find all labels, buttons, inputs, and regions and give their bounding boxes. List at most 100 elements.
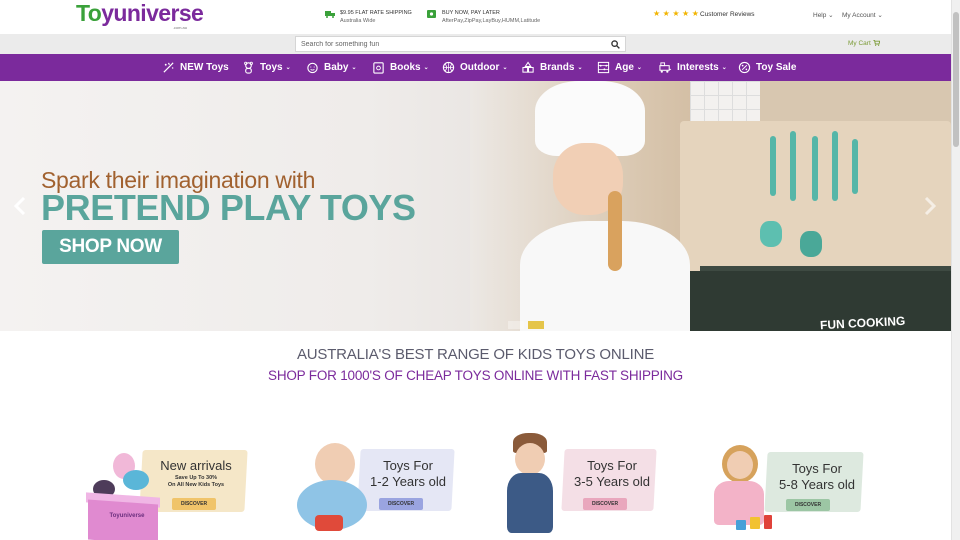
logo-domain: .com.au xyxy=(172,25,187,30)
card-promo-line2: On All New Kids Toys xyxy=(167,482,225,488)
chevron-right-icon[interactable] xyxy=(924,197,936,215)
boy-photo-overalls xyxy=(507,473,553,533)
logo[interactable]: Toyuniverse .com.au xyxy=(76,0,204,30)
chevron-down-icon: ⌄ xyxy=(351,65,357,71)
toy-pile xyxy=(123,470,149,490)
baby-icon xyxy=(307,62,318,74)
page: Toyuniverse .com.au $9.95 FLAT RATE SHIP… xyxy=(0,0,951,540)
card-title-line2: 5-8 Years old xyxy=(779,477,855,492)
teddy-icon xyxy=(244,61,253,74)
discover-button[interactable]: DISCOVER xyxy=(172,498,216,510)
help-menu[interactable]: Help ⌄ xyxy=(813,11,834,19)
chevron-down-icon: ⌄ xyxy=(721,65,727,71)
utensil xyxy=(812,136,818,201)
rating-stars: ★★★★★ xyxy=(653,9,702,18)
toy-block xyxy=(750,517,760,529)
search-icon[interactable] xyxy=(611,40,620,49)
ball-icon xyxy=(442,61,455,74)
chevron-down-icon: ⌄ xyxy=(285,65,291,71)
nav-label: Interests xyxy=(677,62,719,73)
girl-braid xyxy=(608,191,622,271)
chevron-left-icon[interactable] xyxy=(14,197,26,215)
nav-label: NEW Toys xyxy=(180,62,229,73)
chevron-down-icon: ⌄ xyxy=(423,65,429,71)
category-card-3-5-years[interactable]: Toys For 3-5 Years old DISCOVER xyxy=(497,425,667,540)
nav-age[interactable]: Age ⌄ xyxy=(597,54,642,81)
money-icon xyxy=(427,10,436,18)
nav-interests[interactable]: Interests ⌄ xyxy=(659,54,727,81)
toy-pot xyxy=(760,221,782,247)
search-input[interactable] xyxy=(301,38,601,50)
utensil xyxy=(832,131,838,201)
section-heading: AUSTRALIA'S BEST RANGE OF KIDS TOYS ONLI… xyxy=(296,346,655,363)
nav-outdoor[interactable]: Outdoor ⌄ xyxy=(442,54,507,81)
truck-icon xyxy=(325,11,335,18)
shop-now-button[interactable]: SHOP NOW xyxy=(42,230,179,264)
shipping-promo-title: $9.95 FLAT RATE SHIPPING xyxy=(340,10,412,16)
toy-block xyxy=(764,515,772,529)
scrollbar-thumb[interactable] xyxy=(953,12,959,147)
toy-car xyxy=(315,515,343,531)
nav-books[interactable]: Books ⌄ xyxy=(372,54,429,81)
paylater-promo-title: BUY NOW, PAY LATER xyxy=(442,10,500,16)
card-title-line2: 1-2 Years old xyxy=(370,474,446,489)
girl-photo-face xyxy=(727,451,753,479)
nav-toys[interactable]: Toys ⌄ xyxy=(242,54,291,81)
discover-button[interactable]: DISCOVER xyxy=(786,499,830,511)
customer-reviews-link[interactable]: Customer Reviews xyxy=(700,11,755,18)
paylater-promo-subtitle: AfterPay,ZipPay,LayBuy,HUMM,Latitude xyxy=(442,18,541,24)
shipping-promo-subtitle: Australia Wide xyxy=(340,18,376,24)
nav-label: Toy Sale xyxy=(756,62,797,73)
utensil xyxy=(790,131,796,201)
search-box xyxy=(295,36,626,52)
card-title: New arrivals xyxy=(160,458,232,473)
blocks-icon xyxy=(522,61,534,73)
sale-tag-icon xyxy=(738,61,751,74)
search-bar-strip: My Cart xyxy=(0,34,951,54)
discover-button[interactable]: DISCOVER xyxy=(583,498,627,510)
nav-label: Outdoor xyxy=(460,62,500,73)
main-nav: NEW Toys Toys ⌄ Baby ⌄ Books ⌄ Outdoor ⌄… xyxy=(0,54,951,81)
chevron-down-icon: ⌄ xyxy=(636,65,642,71)
card-promo-line1: Save Up To 30% xyxy=(174,475,218,481)
card-title-line2: 3-5 Years old xyxy=(574,474,650,489)
book-icon xyxy=(373,62,384,74)
boy-photo-head xyxy=(515,443,545,475)
toy-pot xyxy=(800,231,822,257)
nav-label: Books xyxy=(390,62,421,73)
top-bar: Toyuniverse .com.au $9.95 FLAT RATE SHIP… xyxy=(0,0,951,34)
baby-photo-head xyxy=(315,443,355,485)
card-title-line1: Toys For xyxy=(792,461,842,476)
nav-baby[interactable]: Baby ⌄ xyxy=(306,54,356,81)
category-card-1-2-years[interactable]: Toys For 1-2 Years old DISCOVER xyxy=(287,425,457,540)
utensil xyxy=(852,139,858,194)
category-card-new-arrivals[interactable]: New arrivals Save Up To 30% On All New K… xyxy=(83,425,253,540)
my-account-menu[interactable]: My Account ⌄ xyxy=(842,11,883,19)
abacus-icon xyxy=(597,61,610,74)
train-icon xyxy=(659,62,672,73)
girl-chef-body xyxy=(520,221,690,331)
gift-box-brand: Toyuniverse xyxy=(109,513,145,519)
my-cart-link[interactable]: My Cart xyxy=(848,39,880,47)
discover-button[interactable]: DISCOVER xyxy=(379,498,423,510)
card-title-line1: Toys For xyxy=(587,458,637,473)
utensil xyxy=(770,136,776,196)
chevron-down-icon: ⌄ xyxy=(577,65,583,71)
nav-label: Baby xyxy=(324,62,349,73)
section-subheading: SHOP FOR 1000'S OF CHEAP TOYS ONLINE WIT… xyxy=(268,368,683,383)
slide-dot[interactable] xyxy=(508,321,524,329)
scrollbar[interactable] xyxy=(951,0,960,540)
nav-label: Brands xyxy=(540,62,575,73)
logo-wordmark: Toyuniverse xyxy=(76,0,204,26)
cart-label: My Cart xyxy=(848,40,871,47)
slide-indicator xyxy=(508,321,544,329)
sparkle-rocket-icon xyxy=(163,62,174,73)
nav-brands[interactable]: Brands ⌄ xyxy=(522,54,582,81)
category-card-5-8-years[interactable]: Toys For 5-8 Years old DISCOVER xyxy=(702,425,872,540)
toy-block xyxy=(736,520,746,530)
nav-new-toys[interactable]: NEW Toys xyxy=(162,54,229,81)
nav-toy-sale[interactable]: Toy Sale xyxy=(738,54,796,81)
nav-label: Age xyxy=(615,62,634,73)
slide-dot-active[interactable] xyxy=(528,321,544,329)
hero-banner[interactable]: Spark their imagination with PRETEND PLA… xyxy=(0,81,951,331)
